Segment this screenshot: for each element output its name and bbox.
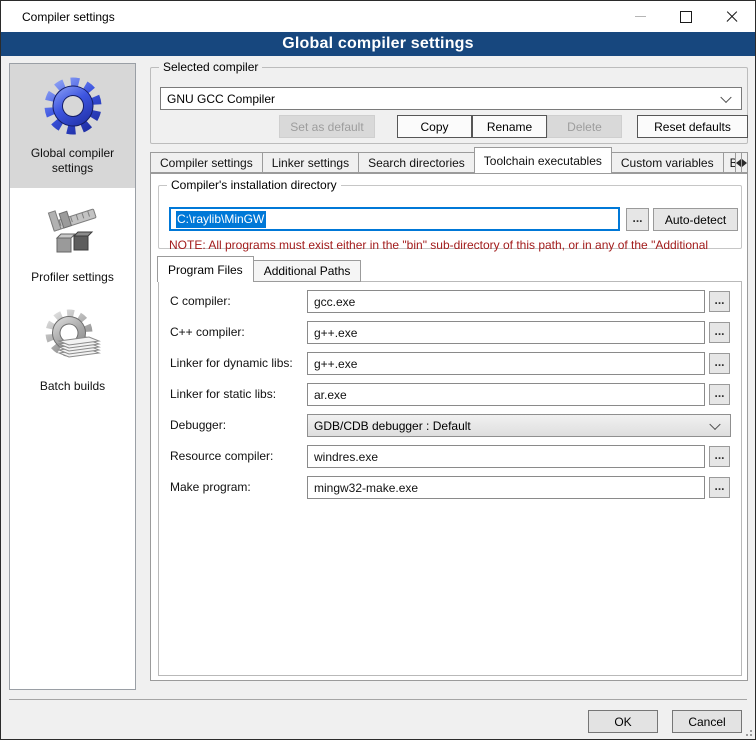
rename-button[interactable]: Rename bbox=[472, 115, 547, 138]
compiler-select[interactable]: GNU GCC Compiler bbox=[160, 87, 742, 110]
cpp-compiler-browse-button[interactable]: ... bbox=[709, 322, 730, 343]
cpp-compiler-value: g++.exe bbox=[314, 326, 357, 340]
installation-directory-group: Compiler's installation directory C:\ray… bbox=[158, 185, 742, 249]
blue-gear-icon bbox=[41, 74, 105, 138]
compiler-settings-dialog: Compiler settings Global compiler settin… bbox=[0, 0, 756, 740]
resource-compiler-input[interactable]: windres.exe bbox=[307, 445, 705, 468]
cancel-button[interactable]: Cancel bbox=[672, 710, 742, 733]
dialog-header: Global compiler settings bbox=[1, 32, 755, 56]
sidebar-item-label: Global compiler settings bbox=[12, 146, 133, 176]
chevron-down-icon bbox=[720, 91, 731, 102]
tab-compiler-settings[interactable]: Compiler settings bbox=[150, 152, 263, 173]
tab-linker-settings[interactable]: Linker settings bbox=[262, 152, 359, 173]
copy-button[interactable]: Copy bbox=[397, 115, 472, 138]
debugger-select[interactable]: GDB/CDB debugger : Default bbox=[307, 414, 731, 437]
c-compiler-browse-button[interactable]: ... bbox=[709, 291, 730, 312]
installation-directory-value: C:\raylib\MinGW bbox=[176, 211, 266, 228]
installation-directory-legend: Compiler's installation directory bbox=[167, 178, 341, 192]
chevron-down-icon bbox=[709, 418, 720, 429]
static-linker-input[interactable]: ar.exe bbox=[307, 383, 705, 406]
minimize-icon bbox=[635, 16, 646, 17]
subtab-program-files[interactable]: Program Files bbox=[157, 256, 254, 282]
settings-category-list: Global compiler settings Profiler settin… bbox=[9, 63, 136, 690]
c-compiler-label: C compiler: bbox=[170, 294, 231, 308]
set-as-default-button[interactable]: Set as default bbox=[279, 115, 375, 138]
settings-tabstrip: Compiler settings Linker settings Search… bbox=[150, 147, 748, 173]
arrow-right-icon bbox=[742, 159, 747, 167]
program-files-page: C compiler: gcc.exe ... C++ compiler: g+… bbox=[158, 281, 742, 676]
reset-defaults-button[interactable]: Reset defaults bbox=[637, 115, 748, 138]
maximize-button[interactable] bbox=[663, 1, 709, 32]
tab-search-directories[interactable]: Search directories bbox=[358, 152, 475, 173]
sidebar-item-label: Batch builds bbox=[40, 379, 105, 394]
static-linker-browse-button[interactable]: ... bbox=[709, 384, 730, 405]
cpp-compiler-label: C++ compiler: bbox=[170, 325, 245, 339]
auto-detect-button[interactable]: Auto-detect bbox=[653, 208, 738, 231]
selected-compiler-legend: Selected compiler bbox=[159, 60, 262, 74]
ok-button[interactable]: OK bbox=[588, 710, 658, 733]
resize-grip[interactable] bbox=[744, 728, 752, 736]
c-compiler-input[interactable]: gcc.exe bbox=[307, 290, 705, 313]
static-linker-label: Linker for static libs: bbox=[170, 387, 276, 401]
form-row-dynamic-linker: Linker for dynamic libs: g++.exe ... bbox=[159, 352, 741, 375]
toolchain-executables-page: Compiler's installation directory C:\ray… bbox=[150, 173, 748, 681]
compiler-select-value: GNU GCC Compiler bbox=[167, 92, 275, 106]
form-row-resource-compiler: Resource compiler: windres.exe ... bbox=[159, 445, 741, 468]
static-linker-value: ar.exe bbox=[314, 388, 347, 402]
gray-gear-papers-icon bbox=[41, 307, 105, 371]
tab-build-options[interactable]: Build bbox=[723, 152, 736, 173]
sidebar-item-profiler-settings[interactable]: Profiler settings bbox=[10, 188, 135, 297]
make-program-label: Make program: bbox=[170, 480, 251, 494]
window-title: Compiler settings bbox=[22, 10, 115, 24]
form-row-debugger: Debugger: GDB/CDB debugger : Default bbox=[159, 414, 741, 437]
dynamic-linker-browse-button[interactable]: ... bbox=[709, 353, 730, 374]
form-row-static-linker: Linker for static libs: ar.exe ... bbox=[159, 383, 741, 406]
tab-custom-variables[interactable]: Custom variables bbox=[611, 152, 724, 173]
cpp-compiler-input[interactable]: g++.exe bbox=[307, 321, 705, 344]
debugger-label: Debugger: bbox=[170, 418, 226, 432]
delete-button[interactable]: Delete bbox=[547, 115, 622, 138]
close-icon bbox=[726, 11, 738, 23]
sidebar-item-label: Profiler settings bbox=[31, 270, 114, 285]
close-button[interactable] bbox=[709, 1, 755, 32]
make-program-browse-button[interactable]: ... bbox=[709, 477, 730, 498]
sidebar-item-batch-builds[interactable]: Batch builds bbox=[10, 297, 135, 406]
resource-compiler-label: Resource compiler: bbox=[170, 449, 273, 463]
sidebar-item-global-compiler-settings[interactable]: Global compiler settings bbox=[10, 64, 135, 188]
program-files-tabstrip: Program Files Additional Paths bbox=[158, 256, 361, 282]
form-row-c-compiler: C compiler: gcc.exe ... bbox=[159, 290, 741, 313]
dynamic-linker-value: g++.exe bbox=[314, 357, 357, 371]
tab-toolchain-executables[interactable]: Toolchain executables bbox=[474, 147, 612, 173]
make-program-input[interactable]: mingw32-make.exe bbox=[307, 476, 705, 499]
tab-scroll-right-button[interactable] bbox=[741, 152, 748, 173]
dynamic-linker-label: Linker for dynamic libs: bbox=[170, 356, 293, 370]
caliper-icon bbox=[41, 198, 105, 262]
resource-compiler-value: windres.exe bbox=[314, 450, 378, 464]
form-row-make-program: Make program: mingw32-make.exe ... bbox=[159, 476, 741, 499]
bin-subdirectory-note: NOTE: All programs must exist either in … bbox=[169, 238, 738, 252]
selected-compiler-group: Selected compiler GNU GCC Compiler Set a… bbox=[150, 67, 748, 144]
maximize-icon bbox=[680, 11, 692, 23]
installation-directory-input[interactable]: C:\raylib\MinGW bbox=[169, 207, 620, 231]
footer-divider bbox=[9, 699, 747, 700]
form-row-cpp-compiler: C++ compiler: g++.exe ... bbox=[159, 321, 741, 344]
resource-compiler-browse-button[interactable]: ... bbox=[709, 446, 730, 467]
dialog-header-title: Global compiler settings bbox=[282, 35, 474, 53]
titlebar: Compiler settings bbox=[1, 1, 755, 32]
c-compiler-value: gcc.exe bbox=[314, 295, 355, 309]
installation-directory-browse-button[interactable]: ... bbox=[626, 208, 649, 231]
make-program-value: mingw32-make.exe bbox=[314, 481, 418, 495]
debugger-value: GDB/CDB debugger : Default bbox=[314, 419, 471, 433]
subtab-additional-paths[interactable]: Additional Paths bbox=[253, 260, 362, 282]
dynamic-linker-input[interactable]: g++.exe bbox=[307, 352, 705, 375]
minimize-button[interactable] bbox=[617, 1, 663, 32]
